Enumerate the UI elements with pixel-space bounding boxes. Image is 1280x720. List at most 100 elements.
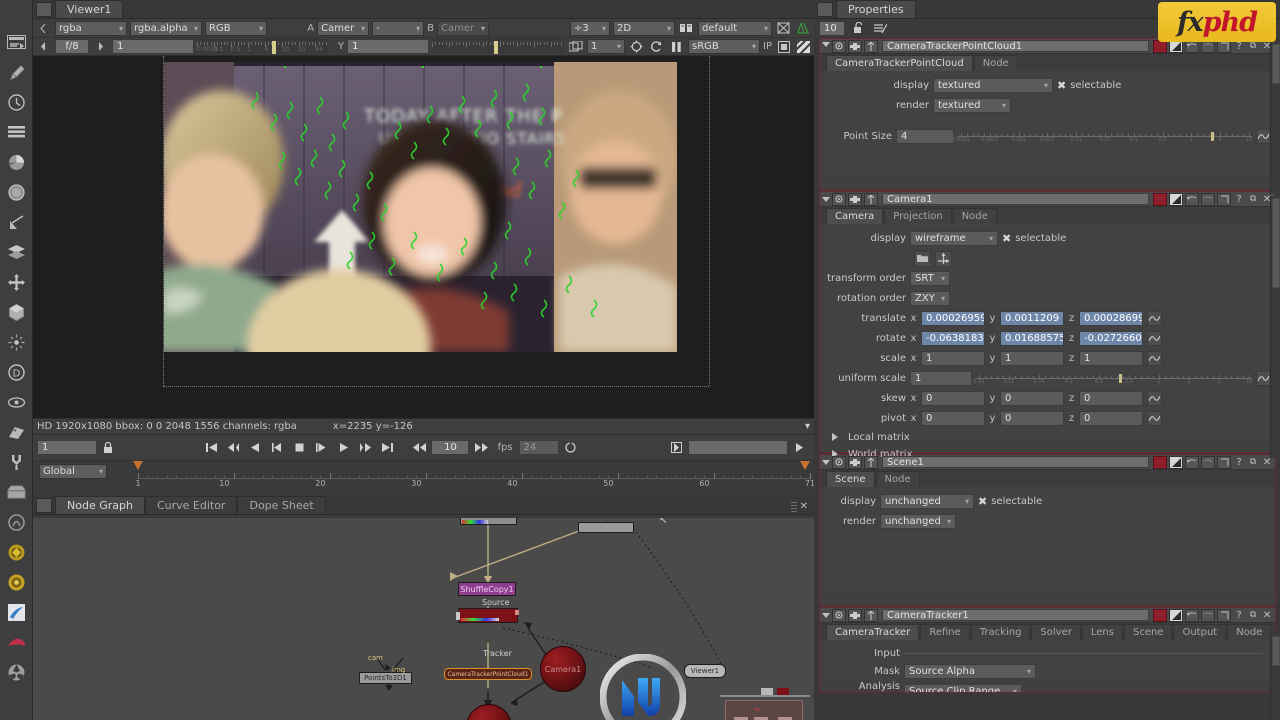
lock-icon[interactable] xyxy=(99,440,116,456)
dropdown-mask[interactable]: Source Alpha ▾ xyxy=(904,664,1036,679)
image-icon[interactable] xyxy=(2,28,30,56)
redo-icon[interactable] xyxy=(1201,608,1215,622)
metadata-icon[interactable] xyxy=(2,418,30,446)
roi-icon[interactable] xyxy=(678,20,695,36)
rewind-icon[interactable] xyxy=(409,439,429,457)
collapse-icon[interactable] xyxy=(822,41,830,51)
toolsets-icon[interactable] xyxy=(2,448,30,476)
play-forward-button[interactable] xyxy=(333,439,353,457)
node-cameratracker1[interactable] xyxy=(456,608,519,623)
tab-viewer1[interactable]: Viewer1 xyxy=(55,0,124,18)
proxy-dropdown[interactable]: ÷3 ▾ xyxy=(570,20,610,36)
key-on-icon[interactable] xyxy=(666,439,686,457)
wipe-icon[interactable] xyxy=(775,20,792,36)
folder-icon[interactable] xyxy=(914,250,931,267)
animation-curve-icon-translate[interactable] xyxy=(1147,311,1162,326)
collapse-icon[interactable] xyxy=(822,612,830,618)
node-read1[interactable] xyxy=(460,518,517,525)
dropdown-display-pointcloud[interactable]: textured ▾ xyxy=(933,78,1053,93)
next-keyframe-button[interactable] xyxy=(355,439,375,457)
3d-icon[interactable] xyxy=(2,298,30,326)
other-icon[interactable] xyxy=(2,478,30,506)
viewer-canvas[interactable]: TODAY AFTER THE P UP THE PATIO STAIRS Gr… xyxy=(33,56,814,418)
draw-icon[interactable] xyxy=(2,58,30,86)
gamma-scrubber[interactable] xyxy=(432,39,565,54)
animation-curve-icon-point-size[interactable] xyxy=(1256,129,1271,144)
frame-increment-field[interactable]: 10 xyxy=(431,440,470,455)
range-expand-icon[interactable] xyxy=(790,439,810,457)
ptab-scene-node[interactable]: Node xyxy=(875,471,920,487)
node-icon[interactable] xyxy=(864,608,878,622)
help-icon[interactable]: ? xyxy=(1233,457,1245,468)
dropdown-display-camera[interactable]: wireframe ▾ xyxy=(910,231,998,246)
channel-icon[interactable] xyxy=(2,118,30,146)
node-graph-canvas[interactable]: ShuffleCopy1 Source Tracker CameraTracke… xyxy=(33,518,814,720)
playhead-marker[interactable] xyxy=(133,461,143,470)
refresh-icon[interactable] xyxy=(648,39,665,55)
field-point-size[interactable]: 4 xyxy=(896,129,954,144)
ptab-pointcloud-node[interactable]: Node xyxy=(973,55,1018,71)
preview-tab-1[interactable] xyxy=(761,688,773,695)
next-view-icon[interactable] xyxy=(92,39,109,55)
node-shufflecopy1[interactable]: ShuffleCopy1 xyxy=(458,582,516,596)
node-scanlinerender1[interactable] xyxy=(578,522,634,533)
pgbokeh-icon[interactable] xyxy=(2,598,30,626)
colorspace-dropdown[interactable]: RGB ▾ xyxy=(205,20,267,36)
blend-dropdown[interactable]: - ▾ xyxy=(372,20,425,36)
float-icon[interactable]: ⧉ xyxy=(1247,194,1259,204)
dropdown-rotation-order[interactable]: ZXY ▾ xyxy=(910,291,950,306)
prev-keyframe-button[interactable] xyxy=(223,439,243,457)
proxy-toggle-icon[interactable] xyxy=(775,39,792,55)
tab-dope-sheet[interactable]: Dope Sheet xyxy=(237,496,326,514)
ptab-scene[interactable]: Scene xyxy=(826,471,875,487)
checker-icon[interactable] xyxy=(1169,608,1183,622)
float-icon[interactable]: ⧉ xyxy=(1247,610,1259,620)
redo-icon[interactable] xyxy=(1201,192,1215,206)
node-viewer1[interactable]: Viewer1 xyxy=(684,664,726,678)
node-name-field-scene[interactable]: Scene1 xyxy=(882,456,1149,468)
swatch-icon[interactable] xyxy=(1153,455,1167,469)
fast-forward-icon[interactable] xyxy=(471,439,491,457)
mask-icon[interactable] xyxy=(848,455,862,469)
node-name-field-camera[interactable]: Camera1 xyxy=(882,193,1149,205)
help-icon[interactable]: ? xyxy=(1233,41,1245,52)
revert-icon[interactable] xyxy=(1217,192,1231,206)
unlock-icon[interactable] xyxy=(850,20,867,36)
field-rotate-x[interactable]: -0.06381839 xyxy=(921,331,985,346)
end-marker[interactable] xyxy=(800,461,810,470)
color-icon[interactable] xyxy=(2,148,30,176)
node-name-field-pointcloud[interactable]: CameraTrackerPointCloud1 xyxy=(882,40,1149,52)
preview-tab-2[interactable] xyxy=(777,688,789,695)
properties-panel-grip[interactable] xyxy=(817,2,833,17)
lut-dropdown[interactable]: sRGB ▾ xyxy=(688,39,761,54)
mask-icon[interactable] xyxy=(848,192,862,206)
ptab-ct-node[interactable]: Node xyxy=(1227,624,1272,640)
tab-node-graph[interactable]: Node Graph xyxy=(55,496,145,514)
b-input-dropdown[interactable]: Camer ▾ xyxy=(437,20,489,36)
ptab-camera[interactable]: Camera xyxy=(826,208,884,224)
particles-icon[interactable] xyxy=(2,328,30,356)
field-skew-x[interactable]: 0 xyxy=(921,391,985,406)
a-input-dropdown[interactable]: Camer ▾ xyxy=(317,20,370,36)
filter-icon[interactable] xyxy=(2,178,30,206)
node-icon[interactable] xyxy=(864,455,878,469)
ptab-output[interactable]: Output xyxy=(1173,624,1227,640)
mask-icon[interactable] xyxy=(848,608,862,622)
tab-properties[interactable]: Properties xyxy=(836,0,916,18)
dropdown-display-scene[interactable]: unchanged ▾ xyxy=(880,494,974,509)
undo-icon[interactable] xyxy=(1185,608,1199,622)
playback-range-field[interactable] xyxy=(688,440,789,455)
swatch-icon[interactable] xyxy=(1153,192,1167,206)
node-cameratrackerpointcloud1[interactable]: CameraTrackerPointCloud1 xyxy=(444,668,532,680)
color-icon[interactable] xyxy=(832,455,846,469)
animation-curve-icon-rotate[interactable] xyxy=(1147,331,1162,346)
animation-curve-icon-uniform-scale[interactable] xyxy=(1256,371,1271,386)
checkbox-selectable-camera[interactable]: ✖ xyxy=(1002,232,1011,245)
checkbox-selectable-scene[interactable]: ✖ xyxy=(978,495,987,508)
row-local-matrix[interactable]: Local matrix xyxy=(824,430,1271,444)
timeline[interactable]: Global ▾ 1 10 20 30 40 50 60 71 xyxy=(33,460,815,488)
ptab-solver[interactable]: Solver xyxy=(1031,624,1081,640)
swatch-icon[interactable] xyxy=(1153,608,1167,622)
color-icon[interactable] xyxy=(832,192,846,206)
slider-uniform-scale[interactable]: 0.01 0.02 0.05 0.1 0.2 0.5 1 2 5 10 xyxy=(973,371,1252,386)
